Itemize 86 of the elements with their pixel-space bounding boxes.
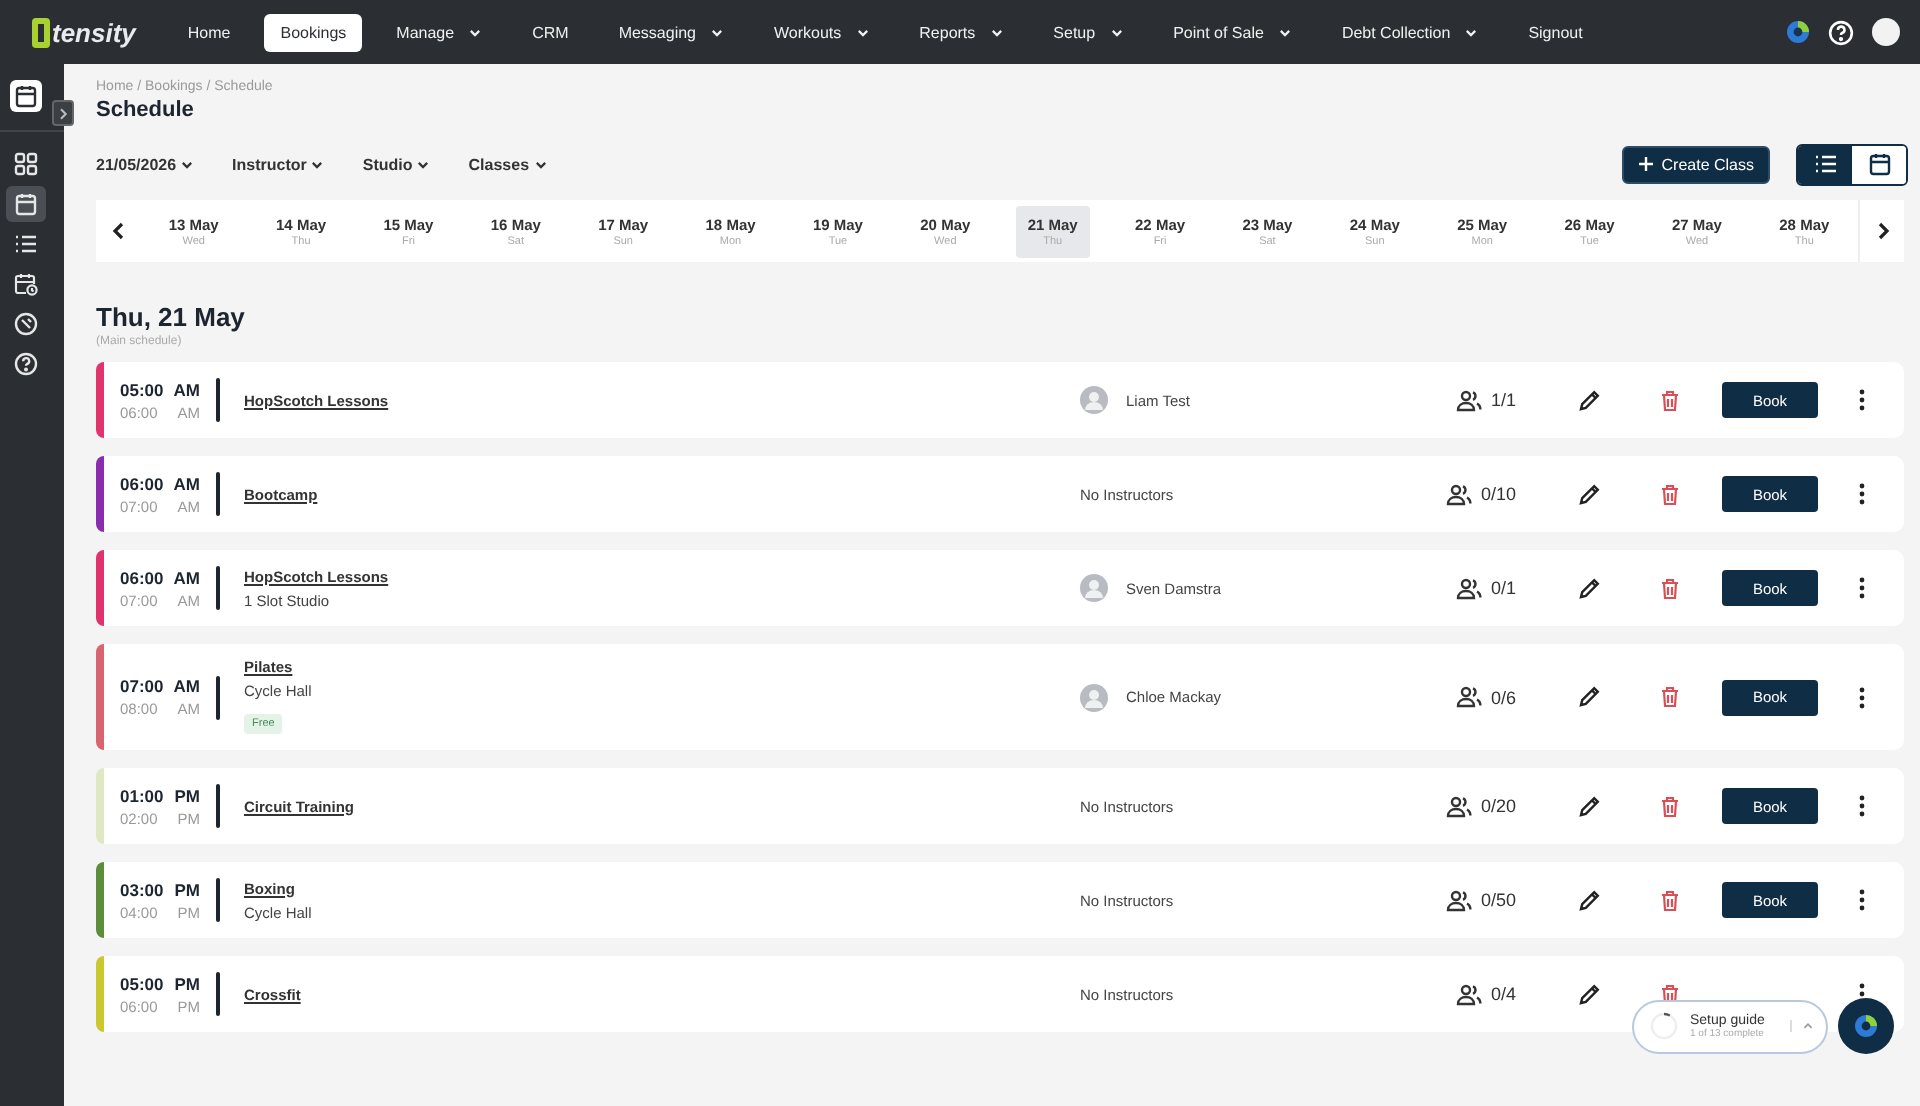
expand-icon[interactable] xyxy=(52,100,74,126)
avatar xyxy=(1080,574,1108,602)
people-icon xyxy=(1456,686,1483,708)
capacity: 0/1 xyxy=(1490,578,1516,598)
calendar-icon[interactable] xyxy=(6,186,46,222)
trash-icon[interactable] xyxy=(1660,577,1680,599)
trash-icon[interactable] xyxy=(1660,795,1680,817)
edit-icon[interactable] xyxy=(1577,389,1599,411)
plus-icon xyxy=(1637,156,1654,172)
trash-icon[interactable] xyxy=(1660,483,1680,505)
caret-icon xyxy=(533,157,548,171)
capacity: 0/4 xyxy=(1490,984,1516,1004)
people-icon xyxy=(1446,483,1473,505)
nav-item[interactable]: Home xyxy=(171,13,247,51)
people-icon xyxy=(1446,795,1473,817)
edit-icon[interactable] xyxy=(1577,889,1599,911)
trash-icon[interactable] xyxy=(1660,889,1680,911)
people-icon xyxy=(1446,889,1473,911)
more-icon[interactable] xyxy=(1857,576,1865,600)
nav-item[interactable]: Setup xyxy=(1037,13,1140,51)
filter-dropdown[interactable]: Studio xyxy=(362,155,431,173)
calendar-view-icon[interactable] xyxy=(1852,145,1906,183)
more-icon[interactable] xyxy=(1857,888,1865,912)
start-time: 06:00 xyxy=(120,567,164,587)
capacity: 0/10 xyxy=(1480,484,1516,504)
time-period: AM xyxy=(173,379,200,399)
page-title: Schedule xyxy=(96,98,196,122)
logo-icon xyxy=(32,17,50,47)
edit-icon[interactable] xyxy=(1577,686,1599,708)
create-class-button[interactable]: Create Class xyxy=(1621,145,1770,183)
time-period: PM xyxy=(174,785,200,805)
more-icon[interactable] xyxy=(1857,685,1865,709)
avatar[interactable] xyxy=(1872,18,1900,46)
trash-icon[interactable] xyxy=(1660,389,1680,411)
app-icon xyxy=(1854,1014,1878,1038)
start-time: 05:00 xyxy=(120,379,164,399)
more-icon[interactable] xyxy=(1857,794,1865,818)
start-time: 01:00 xyxy=(120,785,164,805)
people-icon xyxy=(1456,389,1483,411)
time-period: AM xyxy=(173,676,200,696)
nav-item[interactable]: Bookings xyxy=(264,13,363,51)
filter-dropdown[interactable]: Instructor xyxy=(232,155,325,173)
capacity: 0/50 xyxy=(1480,890,1516,910)
day-heading: Thu, 21 May xyxy=(96,302,247,332)
edit-icon[interactable] xyxy=(1577,983,1599,1005)
edit-icon[interactable] xyxy=(1577,483,1599,505)
edit-icon[interactable] xyxy=(1577,577,1599,599)
nav-item[interactable]: Signout xyxy=(1512,13,1599,51)
people-icon xyxy=(1456,577,1483,599)
trash-icon[interactable] xyxy=(1660,686,1680,708)
more-icon[interactable] xyxy=(1857,388,1865,412)
caret-icon xyxy=(310,157,325,171)
time-period: PM xyxy=(174,973,200,993)
capacity: 0/6 xyxy=(1490,687,1516,707)
nav-item[interactable]: Point of Sale xyxy=(1157,13,1308,51)
start-time: 06:00 xyxy=(120,473,164,493)
time-period: AM xyxy=(173,567,200,587)
filter-dropdown[interactable]: 21/05/2026 xyxy=(96,155,195,173)
nav-item[interactable]: Messaging xyxy=(602,13,740,51)
capacity: 0/20 xyxy=(1480,796,1516,816)
calendar-icon[interactable] xyxy=(10,80,42,112)
nav-item[interactable]: Workouts xyxy=(758,13,886,51)
more-icon[interactable] xyxy=(1857,482,1865,506)
help-icon[interactable] xyxy=(1828,19,1854,45)
nav-item[interactable]: Manage xyxy=(380,13,499,51)
start-time: 03:00 xyxy=(120,879,164,899)
brand-name: tensity xyxy=(52,17,136,47)
start-time: 07:00 xyxy=(120,676,164,696)
avatar xyxy=(1080,683,1108,711)
caret-icon xyxy=(1790,1020,1814,1032)
list-view-icon[interactable] xyxy=(1798,145,1852,183)
filter-dropdown[interactable]: Classes xyxy=(468,155,548,173)
time-period: PM xyxy=(174,879,200,899)
app-icon[interactable] xyxy=(1786,20,1810,44)
capacity: 1/1 xyxy=(1490,390,1516,410)
nav-item[interactable]: Debt Collection xyxy=(1325,13,1495,51)
caret-icon xyxy=(180,157,195,171)
time-period: AM xyxy=(173,473,200,493)
nav-item[interactable]: Reports xyxy=(903,13,1020,51)
people-icon xyxy=(1456,983,1483,1005)
avatar xyxy=(1080,386,1108,414)
chat-button[interactable] xyxy=(1838,998,1894,1054)
edit-icon[interactable] xyxy=(1577,795,1599,817)
nav-item[interactable]: CRM xyxy=(516,13,585,51)
caret-icon xyxy=(416,157,431,171)
start-time: 05:00 xyxy=(120,973,164,993)
